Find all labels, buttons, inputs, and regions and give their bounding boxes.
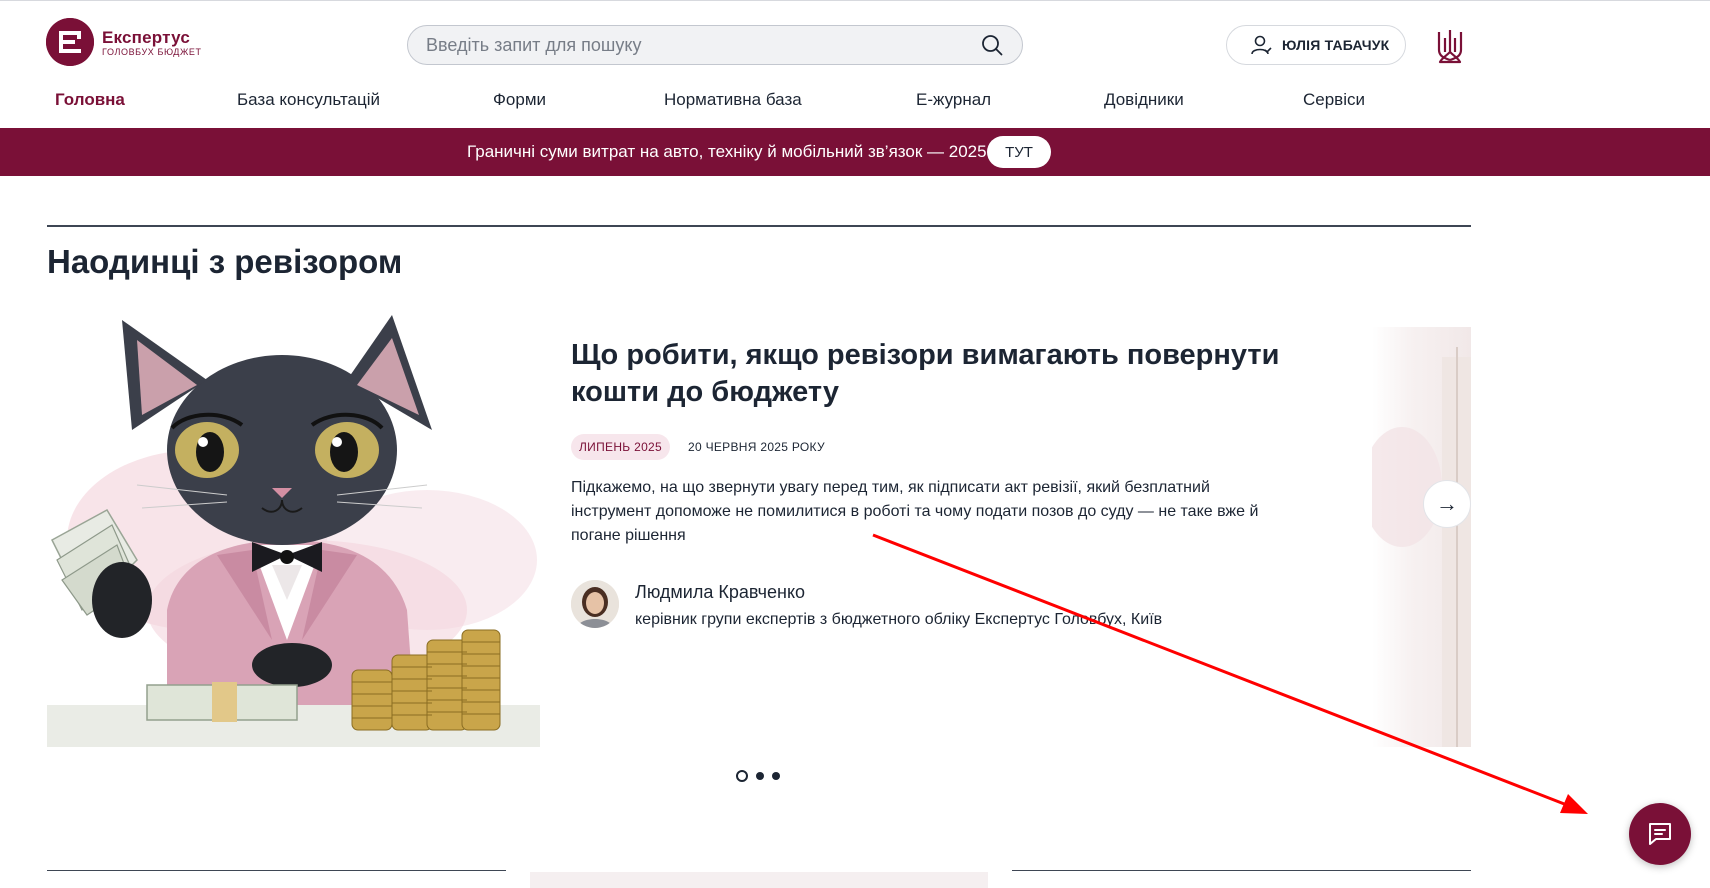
nav-item-normative[interactable]: Нормативна база [664,90,802,110]
article-date: 20 ЧЕРВНЯ 2025 РОКУ [688,440,825,454]
article-title[interactable]: Що робити, якщо ревізори вимагають повер… [571,337,1291,411]
section-divider [1012,870,1471,871]
logo-mark-icon [46,18,94,66]
carousel-next-button[interactable]: → [1423,480,1471,528]
search-icon[interactable] [980,33,1004,57]
banner-text[interactable]: Граничні суми витрат на авто, техніку й … [467,142,987,162]
section-divider [47,870,506,871]
nav-item-services[interactable]: Сервіси [1303,90,1365,110]
author-role: керівник групи експертів з бюджетного об… [635,611,1163,628]
arrow-right-icon: → [1436,491,1458,516]
logo-title: Експертус [102,27,190,47]
nav-item-forms[interactable]: Форми [493,90,546,110]
top-border [0,0,1710,1]
carousel-dot[interactable] [772,772,780,780]
logo[interactable]: Експертус ГОЛОВБУХ БЮДЖЕТ [46,17,202,67]
search-bar[interactable] [407,25,1023,65]
user-profile-button[interactable]: ЮЛІЯ ТАБАЧУК [1226,25,1406,65]
promo-banner: Граничні суми витрат на авто, техніку й … [0,128,1710,176]
carousel-dot[interactable] [756,772,764,780]
nav-item-home[interactable]: Головна [55,90,125,110]
carousel-dot[interactable] [736,770,748,782]
chat-button[interactable] [1629,803,1691,865]
content-card [530,872,988,888]
search-input[interactable] [426,34,980,56]
section-title: Наодинці з ревізором [47,243,403,280]
chat-icon [1649,823,1671,845]
logo-subtitle: ГОЛОВБУХ БЮДЖЕТ [102,46,202,57]
article-excerpt: Підкажемо, на що звернути увагу перед ти… [571,479,1259,544]
user-icon [1251,35,1272,55]
trident-icon [1437,30,1463,64]
user-name: ЮЛІЯ ТАБАЧУК [1282,37,1390,53]
section-divider [47,225,1471,227]
banner-button[interactable]: ТУТ [987,136,1051,168]
issue-tag[interactable]: ЛИПЕНЬ 2025 [571,434,670,460]
author-avatar [571,580,619,628]
nav-item-consultations[interactable]: База консультацій [237,90,380,110]
main-nav: Головна База консультацій Форми Норматив… [0,88,1470,128]
nav-item-directories[interactable]: Довідники [1104,90,1184,110]
carousel-dots [736,770,780,782]
author-name[interactable]: Людмила Кравченко [635,582,805,603]
next-slide-preview [1372,327,1471,747]
nav-item-ejournal[interactable]: Е-журнал [916,90,991,110]
article-illustration[interactable] [47,310,540,747]
